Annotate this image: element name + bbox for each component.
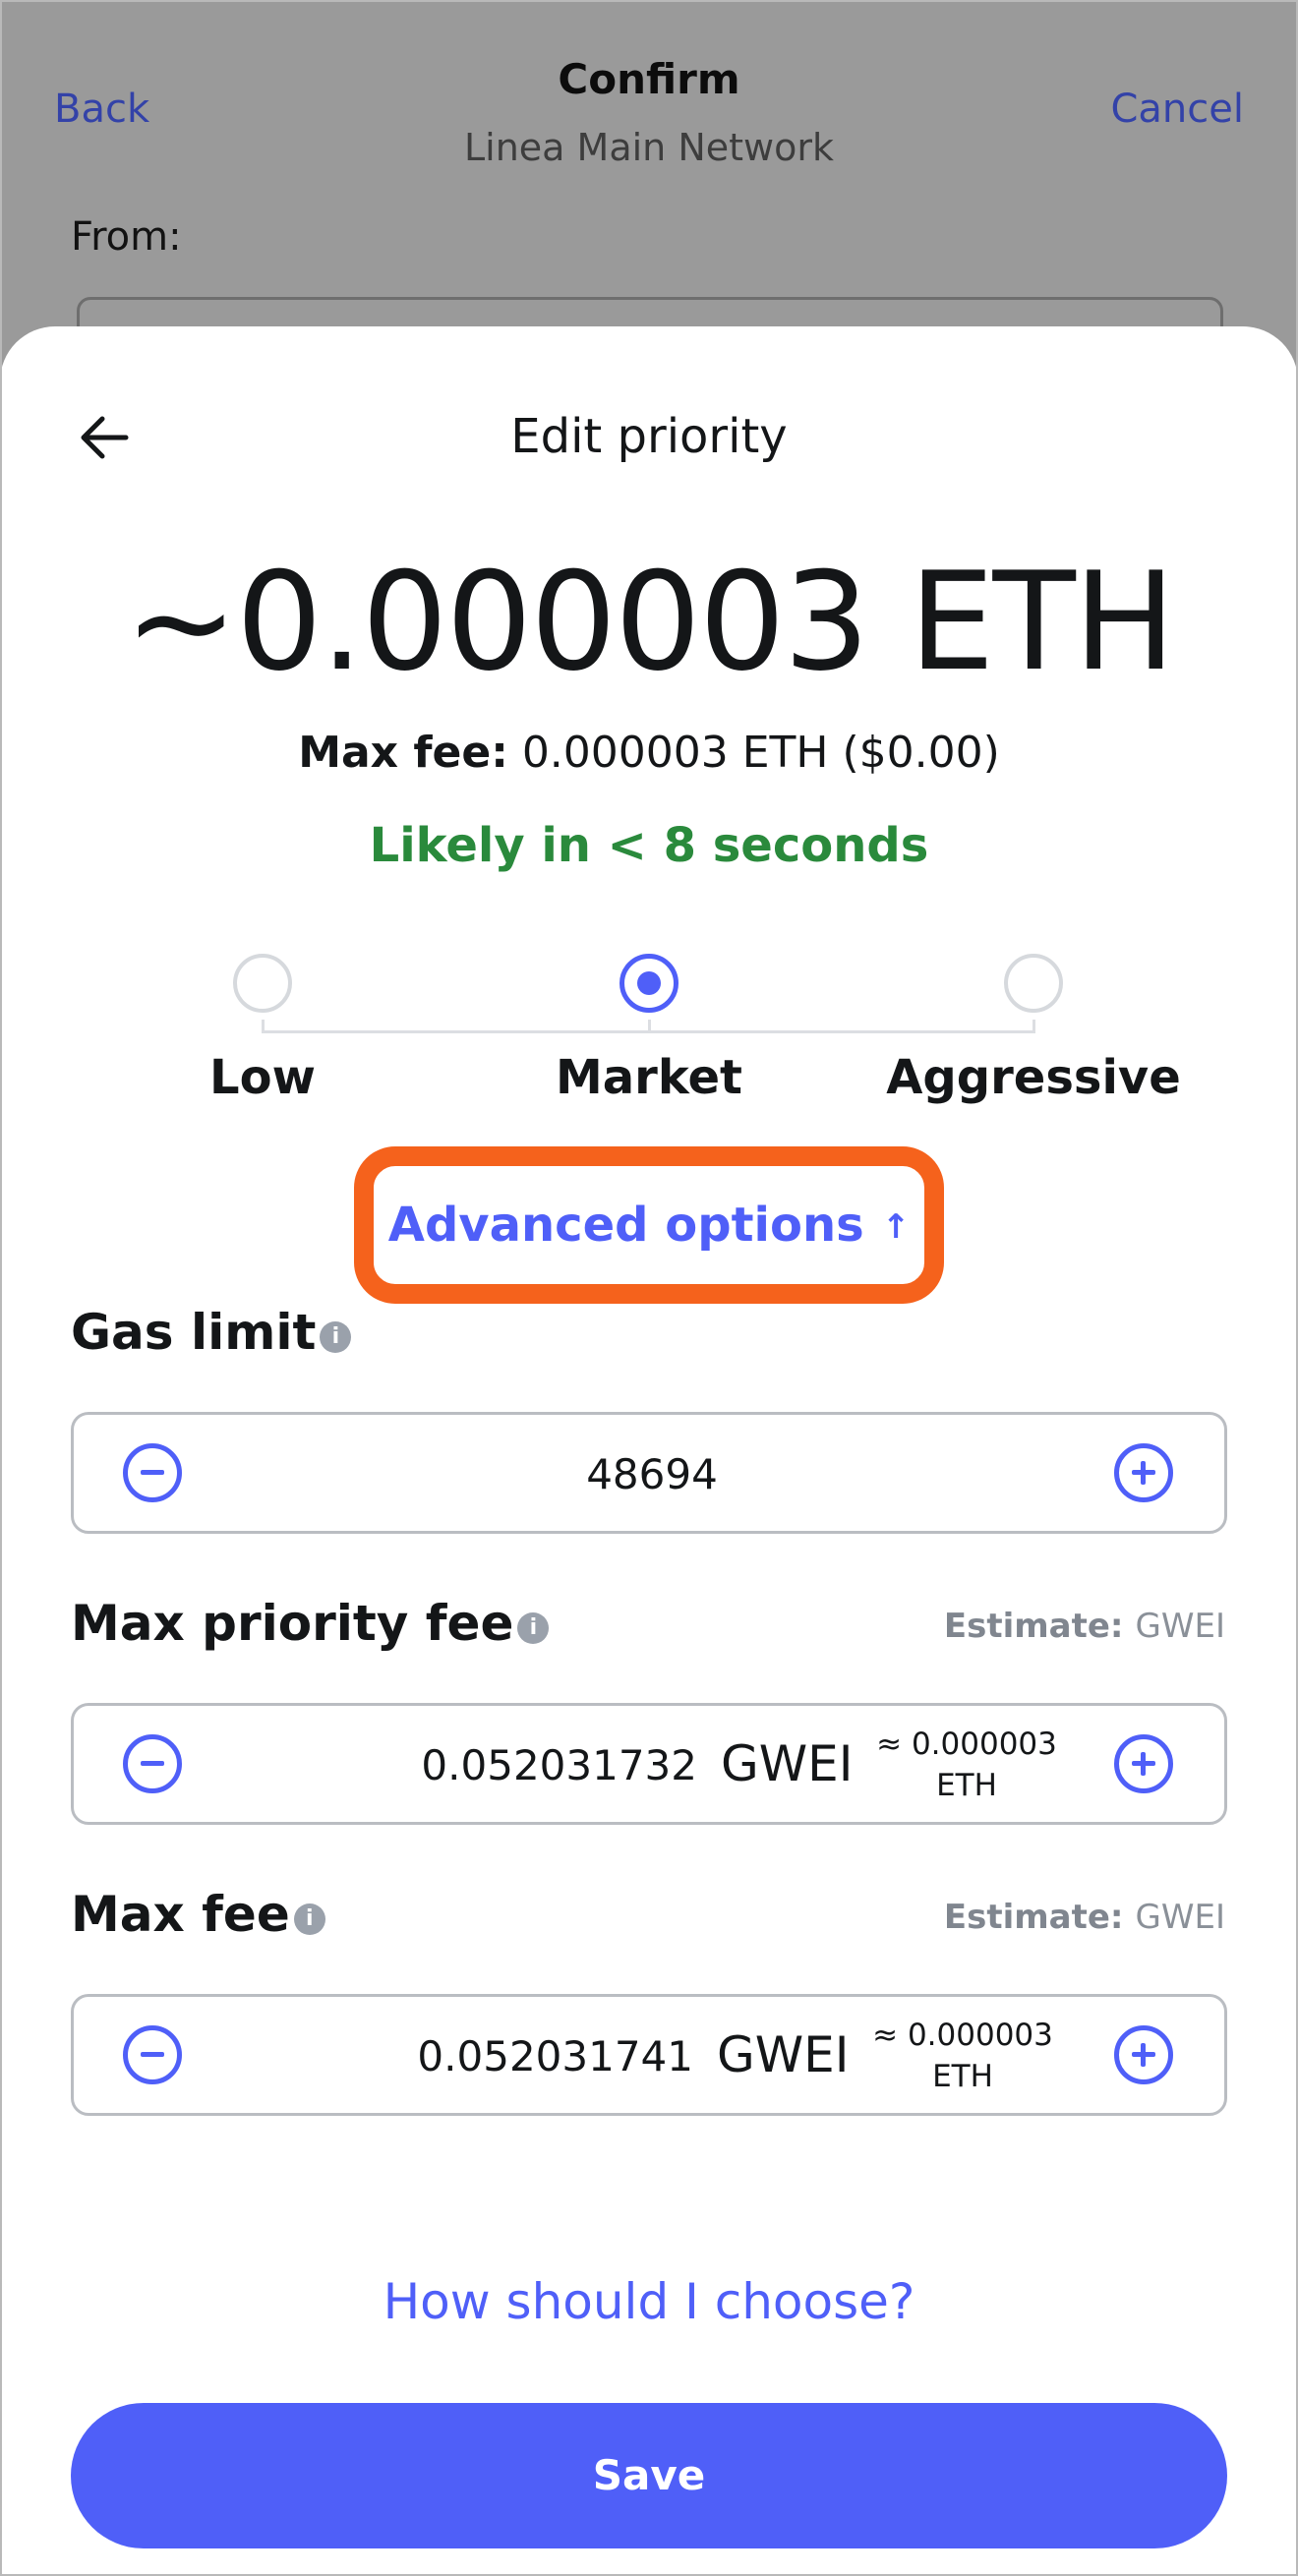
max-fee-summary-label: Max fee: bbox=[298, 728, 508, 778]
likely-time: Likely in < 8 seconds bbox=[369, 818, 929, 873]
estimate-value: GWEI bbox=[1135, 1607, 1225, 1646]
priority-tick-market bbox=[648, 1020, 651, 1033]
gas-limit-label-text: Gas limit bbox=[71, 1304, 317, 1361]
max-priority-fee-unit: GWEI bbox=[721, 1735, 854, 1792]
estimate-label: Estimate: bbox=[943, 1607, 1124, 1646]
advanced-options-toggle[interactable]: Advanced options ↑ bbox=[0, 1198, 1298, 1253]
plus-circle-icon[interactable] bbox=[1114, 2025, 1173, 2084]
how-to-choose-link[interactable]: How should I choose? bbox=[0, 2273, 1298, 2330]
info-icon[interactable]: i bbox=[517, 1612, 550, 1644]
edit-priority-sheet: Edit priority ~0.000003 ETH Max fee: 0.0… bbox=[0, 326, 1298, 2576]
gas-limit-label: Gas limit i bbox=[71, 1304, 352, 1361]
option-label-market[interactable]: Market bbox=[472, 1050, 826, 1105]
gas-limit-input[interactable]: 48694 bbox=[71, 1412, 1227, 1534]
max-fee-summary: Max fee: 0.000003 ETH ($0.00) bbox=[0, 728, 1298, 778]
priority-tick-aggressive bbox=[1032, 1020, 1035, 1033]
estimate-label: Estimate: bbox=[943, 1898, 1124, 1937]
plus-circle-icon[interactable] bbox=[1114, 1443, 1173, 1502]
max-fee-unit: GWEI bbox=[717, 2026, 850, 2083]
max-priority-fee-label-text: Max priority fee bbox=[71, 1595, 514, 1652]
radio-aggressive[interactable] bbox=[1004, 954, 1063, 1013]
max-fee-estimate: Estimate: GWEI bbox=[944, 1898, 1225, 1937]
confirm-title: Confirm bbox=[558, 55, 740, 103]
max-fee-conversion: ≈ 0.000003 ETH bbox=[864, 2015, 1061, 2097]
radio-low[interactable] bbox=[233, 954, 292, 1013]
minus-circle-icon[interactable] bbox=[123, 1734, 182, 1793]
sheet-title: Edit priority bbox=[510, 409, 788, 464]
max-priority-fee-input[interactable]: 0.052031732 GWEI ≈ 0.000003 ETH bbox=[71, 1703, 1227, 1825]
save-button[interactable]: Save bbox=[71, 2403, 1227, 2548]
cancel-link[interactable]: Cancel bbox=[1110, 87, 1244, 132]
conversion-amount: ≈ 0.000003 bbox=[872, 2018, 1053, 2053]
from-label: From: bbox=[71, 214, 182, 260]
option-label-low[interactable]: Low bbox=[86, 1050, 440, 1105]
max-priority-fee-label: Max priority fee i bbox=[71, 1595, 550, 1652]
radio-market[interactable] bbox=[620, 954, 678, 1013]
gas-limit-value[interactable]: 48694 bbox=[74, 1450, 1230, 1498]
network-name: Linea Main Network bbox=[463, 126, 834, 169]
background-confirm-screen: Back Confirm Linea Main Network Cancel F… bbox=[0, 0, 1298, 381]
arrow-up-icon: ↑ bbox=[881, 1207, 911, 1247]
conversion-amount: ≈ 0.000003 bbox=[876, 1727, 1057, 1762]
advanced-options-label: Advanced options bbox=[387, 1198, 864, 1253]
estimated-fee-amount: ~0.000003 ETH bbox=[124, 543, 1175, 701]
plus-circle-icon[interactable] bbox=[1114, 1734, 1173, 1793]
option-label-aggressive[interactable]: Aggressive bbox=[856, 1050, 1210, 1105]
max-priority-fee-value[interactable]: 0.052031732 bbox=[421, 1741, 697, 1789]
max-fee-value[interactable]: 0.052031741 bbox=[417, 2032, 693, 2080]
max-fee-summary-value: 0.000003 ETH ($0.00) bbox=[521, 728, 1000, 778]
info-icon[interactable]: i bbox=[293, 1903, 325, 1935]
max-fee-label-text: Max fee bbox=[71, 1886, 290, 1943]
max-priority-fee-conversion: ≈ 0.000003 ETH bbox=[868, 1724, 1065, 1806]
conversion-unit: ETH bbox=[936, 1768, 997, 1803]
max-fee-input[interactable]: 0.052031741 GWEI ≈ 0.000003 ETH bbox=[71, 1994, 1227, 2116]
info-icon[interactable]: i bbox=[320, 1321, 352, 1353]
priority-tick-low bbox=[262, 1020, 265, 1033]
conversion-unit: ETH bbox=[932, 2059, 993, 2094]
estimate-value: GWEI bbox=[1135, 1898, 1225, 1937]
max-priority-fee-estimate: Estimate: GWEI bbox=[944, 1607, 1225, 1646]
max-fee-label: Max fee i bbox=[71, 1886, 325, 1943]
minus-circle-icon[interactable] bbox=[123, 2025, 182, 2084]
